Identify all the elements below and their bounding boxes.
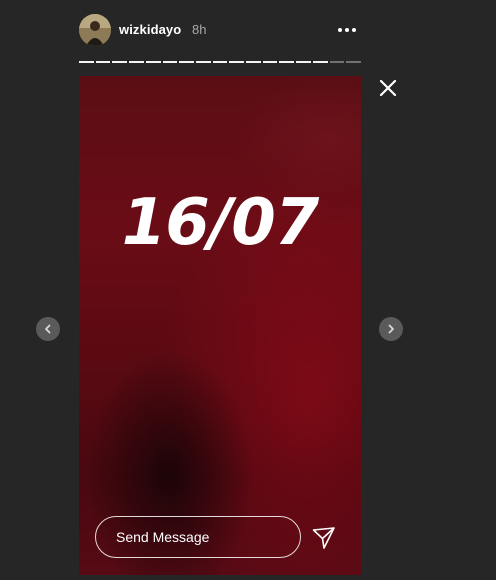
previous-story-button[interactable] [36, 317, 60, 341]
send-button[interactable] [311, 525, 337, 551]
progress-segment [162, 61, 178, 63]
more-options-button[interactable] [333, 20, 361, 40]
avatar[interactable] [79, 14, 111, 46]
progress-segment [79, 61, 94, 63]
username[interactable]: wizkidayo [119, 22, 181, 37]
send-icon [312, 527, 335, 549]
close-icon [379, 79, 397, 97]
progress-segment [246, 61, 261, 63]
send-message-input[interactable] [95, 516, 301, 558]
progress-segment [145, 61, 161, 63]
story-content[interactable]: 16/07 [79, 76, 361, 575]
story-viewer: wizkidayo 8h 16/07 [0, 0, 496, 580]
more-dot [352, 28, 356, 32]
progress-segment [179, 61, 194, 63]
progress-segment [95, 61, 111, 63]
progress-segment [312, 61, 328, 63]
more-dot [345, 28, 349, 32]
more-horizontal-icon [338, 28, 342, 32]
story-header: wizkidayo 8h [79, 14, 361, 46]
chevron-left-icon [45, 324, 51, 334]
progress-segment [112, 61, 128, 63]
story-progress-bar [79, 61, 361, 63]
progress-segment [129, 61, 144, 63]
close-button[interactable] [376, 76, 400, 100]
progress-segment [279, 61, 295, 63]
avatar-image [79, 14, 111, 46]
progress-segment [262, 61, 278, 63]
progress-segment [212, 61, 228, 63]
story-text: 16/07 [121, 186, 320, 260]
progress-segment [329, 61, 345, 63]
progress-segment [229, 61, 245, 63]
next-story-button[interactable] [379, 317, 403, 341]
chevron-right-icon [388, 324, 394, 334]
progress-segment [346, 61, 361, 63]
progress-segment [195, 61, 211, 63]
progress-segment [296, 61, 311, 63]
story-timestamp: 8h [192, 22, 207, 37]
